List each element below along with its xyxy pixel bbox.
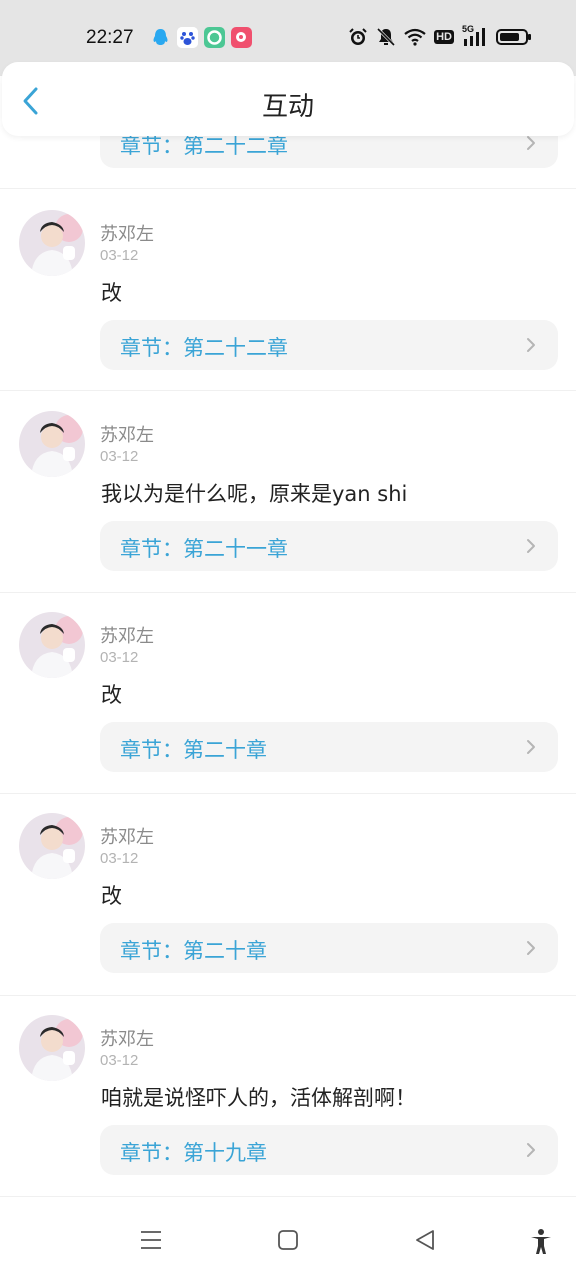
system-status-icons: HD 5G bbox=[348, 24, 532, 47]
pink-app-icon bbox=[231, 27, 252, 48]
alarm-icon bbox=[349, 28, 367, 45]
battery-icon bbox=[496, 29, 531, 45]
user-name[interactable]: 苏邓左 bbox=[100, 823, 154, 849]
notification-icons bbox=[150, 27, 252, 48]
chapter-link[interactable]: 章节：第二十章 bbox=[100, 923, 558, 973]
chapter-link[interactable]: 章节：第二十一章 bbox=[100, 521, 558, 571]
chapter-link[interactable]: 章节：第二十二章 bbox=[100, 320, 558, 370]
avatar[interactable] bbox=[19, 411, 85, 477]
comment-text: 改 bbox=[101, 281, 122, 305]
baidu-icon bbox=[177, 27, 198, 48]
chapter-label: 章节：第二十一章 bbox=[120, 537, 288, 561]
chevron-right-icon bbox=[527, 941, 535, 955]
accessibility-icon[interactable] bbox=[529, 1228, 553, 1256]
divider bbox=[0, 995, 576, 996]
comment-text: 改 bbox=[101, 683, 122, 707]
comment-date: 03-12 bbox=[100, 649, 139, 666]
chapter-label: 章节：第二十章 bbox=[120, 738, 267, 762]
chevron-right-icon bbox=[527, 1143, 535, 1157]
user-name[interactable]: 苏邓左 bbox=[100, 1025, 154, 1051]
title-bar: 互动 bbox=[2, 62, 574, 136]
chapter-label: 章节：第十九章 bbox=[120, 1141, 267, 1165]
comment-text: 咱就是说怪吓人的，活体解剖啊！ bbox=[101, 1086, 416, 1110]
user-name[interactable]: 苏邓左 bbox=[100, 220, 154, 246]
qq-icon bbox=[150, 27, 171, 48]
mute-icon bbox=[377, 27, 396, 47]
page-title: 互动 bbox=[261, 92, 314, 122]
avatar[interactable] bbox=[19, 1015, 85, 1081]
system-navigation-bar bbox=[0, 1200, 576, 1280]
menu-icon[interactable] bbox=[140, 1228, 162, 1252]
divider bbox=[0, 592, 576, 593]
avatar[interactable] bbox=[19, 813, 85, 879]
chevron-right-icon bbox=[527, 338, 535, 352]
status-time: 22:27 bbox=[86, 27, 134, 48]
chapter-link[interactable]: 章节：第二十章 bbox=[100, 722, 558, 772]
avatar[interactable] bbox=[19, 612, 85, 678]
home-square-icon[interactable] bbox=[277, 1228, 299, 1252]
comment-text: 我以为是什么呢，原来是yan shi bbox=[101, 482, 408, 506]
chevron-right-icon bbox=[527, 136, 535, 150]
signal-5g: 5G bbox=[462, 24, 488, 47]
signal-icon bbox=[464, 28, 485, 46]
comment-list: 章节：第二十二章 苏邓左 03-12 改 章节：第二十二章 苏邓左 03-12 … bbox=[0, 0, 576, 1200]
comment-date: 03-12 bbox=[100, 247, 139, 264]
comment-date: 03-12 bbox=[100, 850, 139, 867]
chapter-label: 章节：第二十章 bbox=[120, 939, 267, 963]
comment-date: 03-12 bbox=[100, 1052, 139, 1069]
wifi-icon bbox=[404, 28, 426, 46]
avatar[interactable] bbox=[19, 210, 85, 276]
divider bbox=[0, 390, 576, 391]
comment-text: 改 bbox=[101, 884, 122, 908]
user-name[interactable]: 苏邓左 bbox=[100, 421, 154, 447]
chevron-right-icon bbox=[527, 539, 535, 553]
hd-badge: HD bbox=[434, 30, 454, 44]
divider bbox=[0, 188, 576, 189]
chapter-link[interactable]: 章节：第十九章 bbox=[100, 1125, 558, 1175]
user-name[interactable]: 苏邓左 bbox=[100, 622, 154, 648]
chapter-label: 章节：第二十二章 bbox=[120, 336, 288, 360]
chevron-right-icon bbox=[527, 740, 535, 754]
divider bbox=[0, 1196, 576, 1197]
back-triangle-icon[interactable] bbox=[414, 1228, 436, 1252]
comment-date: 03-12 bbox=[100, 448, 139, 465]
green-app-icon bbox=[204, 27, 225, 48]
divider bbox=[0, 793, 576, 794]
